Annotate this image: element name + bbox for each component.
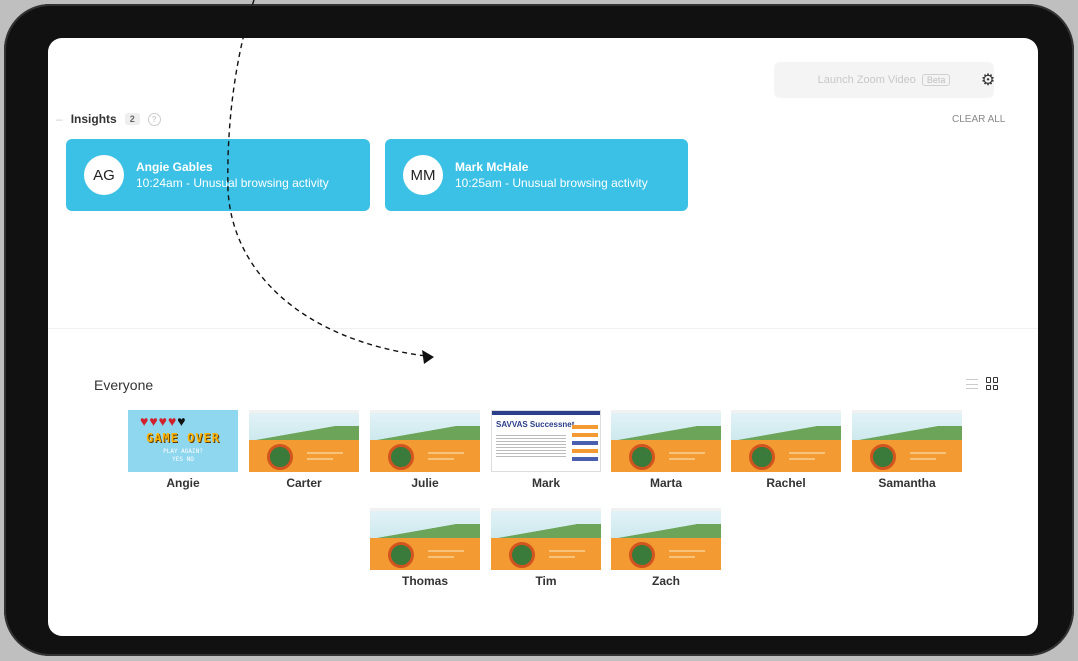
- dashed-arrow-annotation: [227, 0, 434, 364]
- arrow-head-icon: [422, 350, 434, 364]
